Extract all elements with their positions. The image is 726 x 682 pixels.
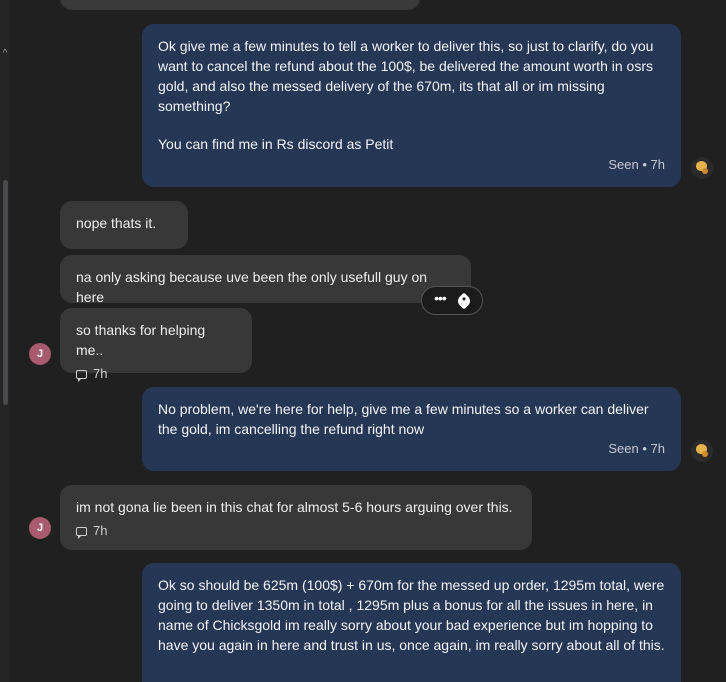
message-time: 7h <box>93 523 108 538</box>
seen-status: Seen • 7h <box>608 157 665 172</box>
message-text: Ok give me a few minutes to tell a worke… <box>158 38 658 114</box>
chat-bubble-icon <box>76 526 87 539</box>
chat-bubble-icon <box>76 369 87 382</box>
agent-message: Ok give me a few minutes to tell a worke… <box>142 24 681 187</box>
message-text: nope thats it. <box>76 215 157 231</box>
user-message: na only asking because uve been the only… <box>60 255 471 305</box>
message-text: so thanks for helping me.. <box>76 322 206 358</box>
message-text: Ok so should be 625m (100$) + 670m for t… <box>158 577 669 653</box>
message-text: You can find me in Rs discord as Petit <box>158 136 394 152</box>
agent-avatar <box>691 440 713 462</box>
previous-message-edge <box>60 0 420 10</box>
user-message: nope thats it. <box>60 201 188 249</box>
chevron-up-icon[interactable]: ^ <box>0 48 10 60</box>
scrollbar-thumb[interactable] <box>3 180 8 405</box>
user-message: so thanks for helping me.. 7h <box>60 308 252 382</box>
avatar: J <box>29 343 51 365</box>
seen-status: Seen • 7h <box>608 441 665 456</box>
message-hover-toolbar: ••• <box>421 286 483 315</box>
user-message: im not gona lie been in this chat for al… <box>60 485 532 550</box>
message-time: 7h <box>93 366 108 381</box>
tag-icon[interactable] <box>455 292 473 309</box>
message-text: No problem, we're here for help, give me… <box>158 401 653 437</box>
agent-message: No problem, we're here for help, give me… <box>142 387 681 471</box>
message-text: na only asking because uve been the only… <box>76 269 428 305</box>
agent-message: Ok so should be 625m (100$) + 670m for t… <box>142 563 681 682</box>
avatar: J <box>29 517 51 539</box>
more-options-icon[interactable]: ••• <box>434 291 447 305</box>
message-text: im not gona lie been in this chat for al… <box>76 499 513 515</box>
agent-avatar <box>691 157 713 179</box>
